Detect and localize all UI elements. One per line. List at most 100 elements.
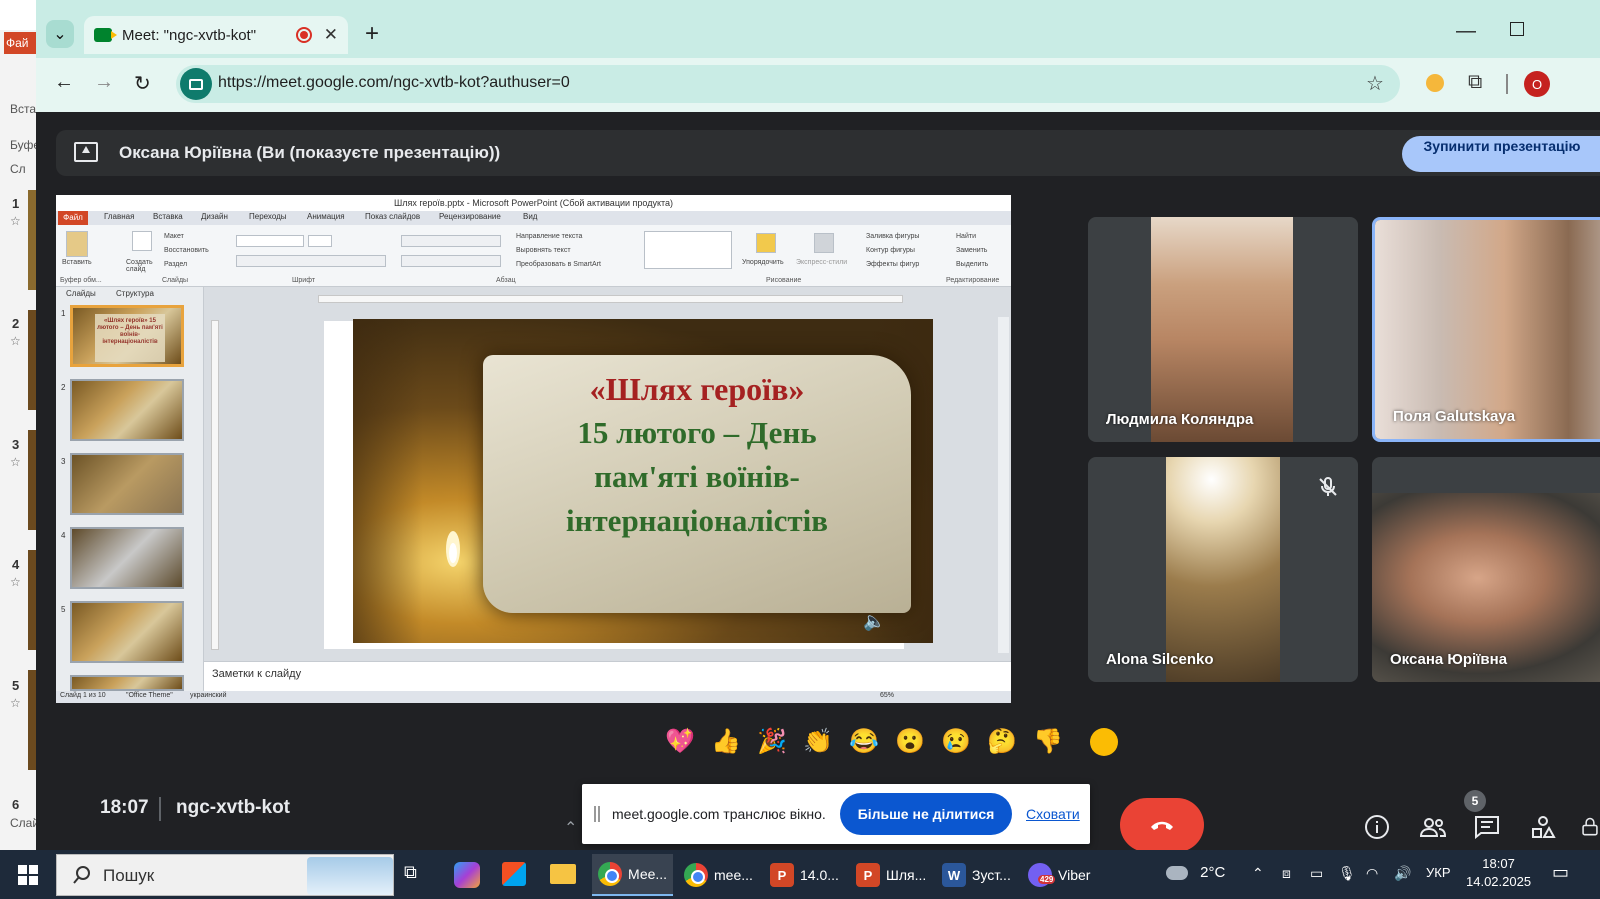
system-clock[interactable]: 18:07 14.02.2025 [1466, 855, 1531, 891]
microphone-icon[interactable]: 🎙 [1338, 865, 1356, 882]
background-file-tab[interactable]: Фай [4, 32, 40, 54]
pp-tab-slideshow[interactable]: Показ слайдов [365, 212, 420, 221]
participant-tile[interactable]: ··· Поля Galutskaya [1372, 217, 1600, 442]
new-tab-icon[interactable]: + [358, 20, 386, 48]
taskbar-app-word[interactable]: W Зуст... [936, 854, 1017, 896]
participant-tile[interactable]: Оксана Юріївна [1372, 457, 1600, 682]
status-zoom[interactable]: 65% [880, 692, 894, 699]
extension-cookie-icon[interactable] [1426, 74, 1444, 92]
meet-tray-icon[interactable]: ⧈ [1282, 865, 1291, 882]
microsoft-store-icon[interactable] [502, 862, 526, 886]
smartart-label[interactable]: Преобразовать в SmartArt [516, 261, 601, 268]
shape-outline-label[interactable]: Контур фигуры [866, 247, 915, 254]
notes-placeholder[interactable]: Заметки к слайду [212, 668, 301, 680]
taskbar-app-chrome-meet[interactable]: Мее... [592, 854, 674, 896]
task-view-icon[interactable]: ⧉ [404, 862, 417, 883]
wifi-icon[interactable]: ◠ [1366, 865, 1378, 882]
url-text[interactable]: https://meet.google.com/ngc-xvtb-kot?aut… [218, 74, 570, 92]
search-placeholder[interactable]: Пошук [103, 866, 154, 886]
windows-start-icon[interactable] [18, 865, 38, 885]
reaction-clap-icon[interactable]: 👏 [800, 724, 836, 760]
pp-tab-file[interactable]: Файл [58, 211, 88, 225]
volume-icon[interactable]: 🔊 [1394, 865, 1411, 882]
arrange-label[interactable]: Упорядочить [742, 259, 784, 266]
bookmark-star-icon[interactable]: ☆ [1366, 71, 1384, 96]
tray-chevron-up-icon[interactable]: ⌃ [1252, 865, 1264, 882]
reaction-thumbs-down-icon[interactable]: 👎 [1030, 724, 1066, 760]
reaction-heart-icon[interactable]: 💖 [662, 724, 698, 760]
extensions-puzzle-icon[interactable]: ⧉ [1468, 71, 1482, 94]
pp-tab-animation[interactable]: Анимация [307, 212, 345, 221]
slide-thumbnail[interactable] [70, 601, 184, 663]
stop-sharing-button[interactable]: Більше не ділитися [840, 793, 1012, 835]
section-label[interactable]: Раздел [164, 261, 187, 268]
stop-presenting-button[interactable]: Зупинити презентацію [1402, 136, 1600, 172]
replace-label[interactable]: Заменить [956, 247, 987, 254]
chat-icon[interactable] [1472, 812, 1502, 842]
paste-icon[interactable] [66, 231, 88, 257]
reaction-thumbs-up-icon[interactable]: 👍 [708, 724, 744, 760]
pp-tab-review[interactable]: Рецензирование [439, 212, 501, 221]
restore-label[interactable]: Восстановить [164, 247, 209, 254]
profile-avatar[interactable]: O [1524, 71, 1550, 97]
taskbar-app-viber[interactable]: 429 Viber [1022, 854, 1096, 896]
people-icon[interactable] [1418, 812, 1448, 842]
pane-tab-slides[interactable]: Слайды [66, 289, 96, 298]
select-label[interactable]: Выделить [956, 261, 988, 268]
tab-close-icon[interactable]: ✕ [324, 25, 338, 45]
layout-label[interactable]: Макет [164, 233, 184, 240]
participant-tile[interactable]: Alona Silcenko [1088, 457, 1358, 682]
slide-thumbnail[interactable] [70, 453, 184, 515]
reaction-laugh-icon[interactable]: 😂 [846, 724, 882, 760]
shape-fill-label[interactable]: Заливка фигуры [866, 233, 919, 240]
chevron-up-icon[interactable]: ⌃ [564, 818, 577, 838]
new-slide-icon[interactable] [132, 231, 152, 251]
meeting-code[interactable]: ngc-xvtb-kot [176, 797, 290, 819]
text-direction-label[interactable]: Направление текста [516, 233, 582, 240]
pp-tab-design[interactable]: Дизайн [201, 212, 228, 221]
slide-thumbnail[interactable]: «Шлях героїв» 15 лютого – День пам'яті в… [70, 305, 184, 367]
reaction-sad-icon[interactable]: 😢 [938, 724, 974, 760]
quick-styles-icon[interactable] [814, 233, 834, 253]
file-explorer-icon[interactable] [550, 864, 576, 884]
hide-banner-link[interactable]: Сховати [1026, 806, 1080, 822]
current-slide[interactable]: «Шлях героїв» 15 лютого – День пам'яті в… [353, 319, 933, 643]
pp-tab-home[interactable]: Главная [104, 212, 134, 221]
meeting-info-icon[interactable] [1362, 812, 1392, 842]
copilot-icon[interactable] [454, 862, 480, 888]
input-language[interactable]: УКР [1426, 865, 1451, 880]
taskbar-app-powerpoint[interactable]: P Шля... [850, 854, 932, 896]
pp-tab-view[interactable]: Вид [523, 212, 537, 221]
participant-tile[interactable]: Людмила Коляндра [1088, 217, 1358, 442]
drag-handle-icon[interactable] [594, 806, 600, 822]
font-size-select[interactable] [308, 235, 332, 247]
font-name-select[interactable] [236, 235, 304, 247]
slide-thumbnail[interactable] [70, 527, 184, 589]
font-format-buttons[interactable] [236, 255, 386, 267]
end-call-button[interactable] [1120, 798, 1204, 852]
speaker-icon[interactable]: 🔈 [863, 611, 885, 632]
notes-pane[interactable]: Заметки к слайду [204, 661, 1011, 687]
minimize-icon[interactable]: — [1456, 20, 1476, 43]
address-bar[interactable]: https://meet.google.com/ngc-xvtb-kot?aut… [176, 65, 1400, 103]
activities-icon[interactable] [1528, 812, 1558, 842]
shapes-gallery[interactable] [644, 231, 732, 269]
reaction-party-icon[interactable]: 🎉 [754, 724, 790, 760]
reaction-surprised-icon[interactable]: 😮 [892, 724, 928, 760]
paste-label[interactable]: Вставить [62, 259, 92, 266]
battery-icon[interactable]: ▭ [1310, 865, 1323, 882]
arrange-icon[interactable] [756, 233, 776, 253]
find-label[interactable]: Найти [956, 233, 976, 240]
weather-widget[interactable]: 2°C [1166, 864, 1225, 881]
slide-subtitle-line[interactable]: пам'яті воїнів- [483, 459, 911, 495]
paragraph-list-buttons[interactable] [401, 235, 501, 247]
slide-vertical-scrollbar[interactable] [998, 317, 1009, 653]
back-icon[interactable]: ← [54, 71, 74, 94]
skin-tone-selector-icon[interactable] [1090, 728, 1118, 756]
notifications-icon[interactable]: ▭ [1552, 862, 1569, 883]
host-controls-icon[interactable] [1580, 812, 1600, 842]
tab-search-dropdown-icon[interactable]: ⌄ [46, 20, 74, 48]
pp-tab-transitions[interactable]: Переходы [249, 212, 287, 221]
reaction-thinking-icon[interactable]: 🤔 [984, 724, 1020, 760]
slide-thumbnail[interactable] [70, 379, 184, 441]
